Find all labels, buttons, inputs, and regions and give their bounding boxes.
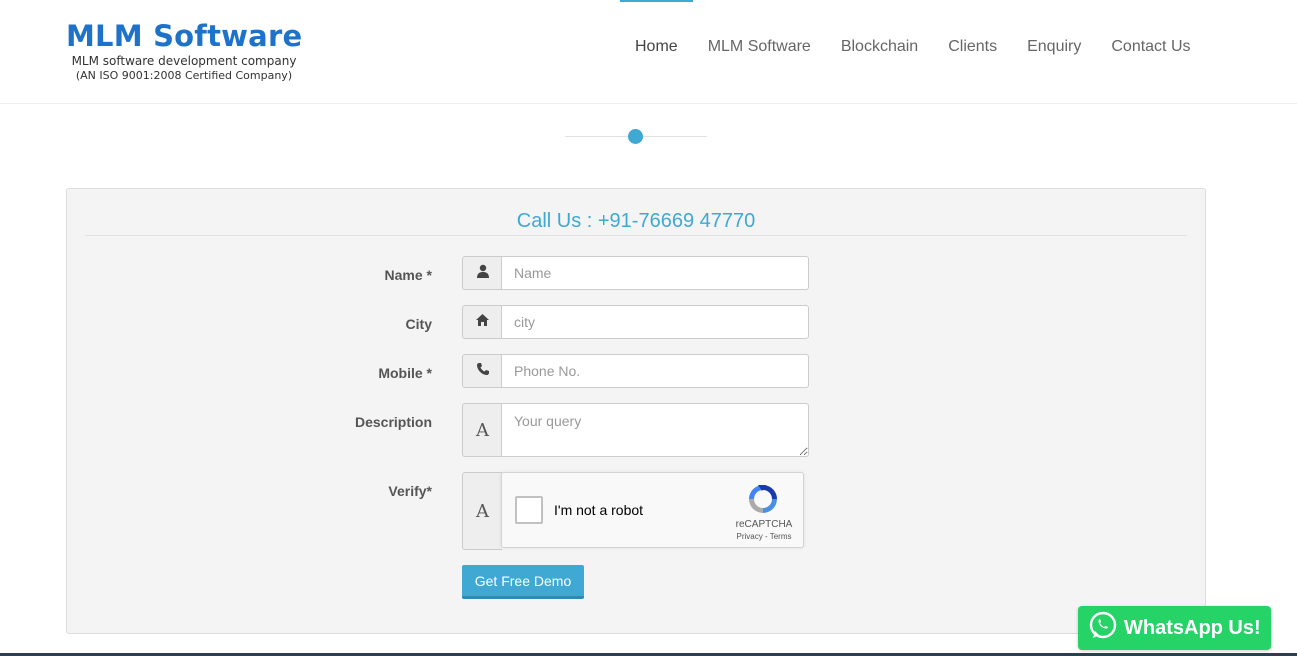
verify-label: Verify* xyxy=(388,483,432,499)
home-icon xyxy=(475,313,490,332)
user-icon xyxy=(476,264,490,283)
nav-home[interactable]: Home xyxy=(620,37,693,57)
demo-request-panel: Call Us : +91-76669 47770 Name * City Mo… xyxy=(66,188,1206,634)
mobile-addon xyxy=(462,354,502,388)
mobile-label: Mobile * xyxy=(378,365,432,381)
description-label: Description xyxy=(354,414,432,430)
description-textarea[interactable] xyxy=(501,403,809,457)
recaptcha-checkbox[interactable] xyxy=(515,496,543,524)
font-icon: A xyxy=(476,419,489,441)
recaptcha-widget: I'm not a robot reCAPTCHA Privacy - Term… xyxy=(501,472,804,548)
mobile-input[interactable] xyxy=(501,354,809,388)
site-logo[interactable]: MLM Software MLM software development co… xyxy=(66,18,306,83)
name-label: Name * xyxy=(384,267,432,283)
font-icon: A xyxy=(476,500,489,522)
description-addon: A xyxy=(462,403,502,457)
phone-icon xyxy=(476,362,490,381)
whatsapp-label: WhatsApp Us! xyxy=(1124,616,1261,639)
recaptcha-checkbox-label: I'm not a robot xyxy=(554,502,644,518)
recaptcha-privacy-terms[interactable]: Privacy - Terms xyxy=(724,532,804,541)
recaptcha-brand: reCAPTCHA xyxy=(735,519,793,530)
whatsapp-button[interactable]: WhatsApp Us! xyxy=(1078,606,1271,650)
site-header: MLM Software MLM software development co… xyxy=(0,0,1297,104)
active-nav-indicator xyxy=(620,0,693,2)
verify-addon: A xyxy=(462,472,502,550)
nav-mlm-software[interactable]: MLM Software xyxy=(693,37,826,57)
call-us-heading: Call Us : +91-76669 47770 xyxy=(516,210,756,232)
get-free-demo-button[interactable]: Get Free Demo xyxy=(462,565,584,599)
city-addon xyxy=(462,305,502,339)
nav-contact-us[interactable]: Contact Us xyxy=(1096,37,1205,57)
nav-clients[interactable]: Clients xyxy=(933,37,1012,57)
nav-blockchain[interactable]: Blockchain xyxy=(826,37,933,57)
name-input[interactable] xyxy=(501,256,809,290)
nav-enquiry[interactable]: Enquiry xyxy=(1012,37,1096,57)
logo-certification: (AN ISO 9001:2008 Certified Company) xyxy=(75,69,293,82)
section-divider-dot xyxy=(628,129,643,144)
main-nav: Home MLM Software Blockchain Clients Enq… xyxy=(620,37,1206,57)
logo-title: MLM Software xyxy=(66,19,303,53)
name-addon xyxy=(462,256,502,290)
panel-title-divider xyxy=(85,235,1187,236)
city-input[interactable] xyxy=(501,305,809,339)
city-label: City xyxy=(405,316,432,332)
recaptcha-logo-icon xyxy=(746,482,780,516)
whatsapp-icon xyxy=(1088,611,1118,646)
logo-subtitle: MLM software development company xyxy=(71,54,297,68)
